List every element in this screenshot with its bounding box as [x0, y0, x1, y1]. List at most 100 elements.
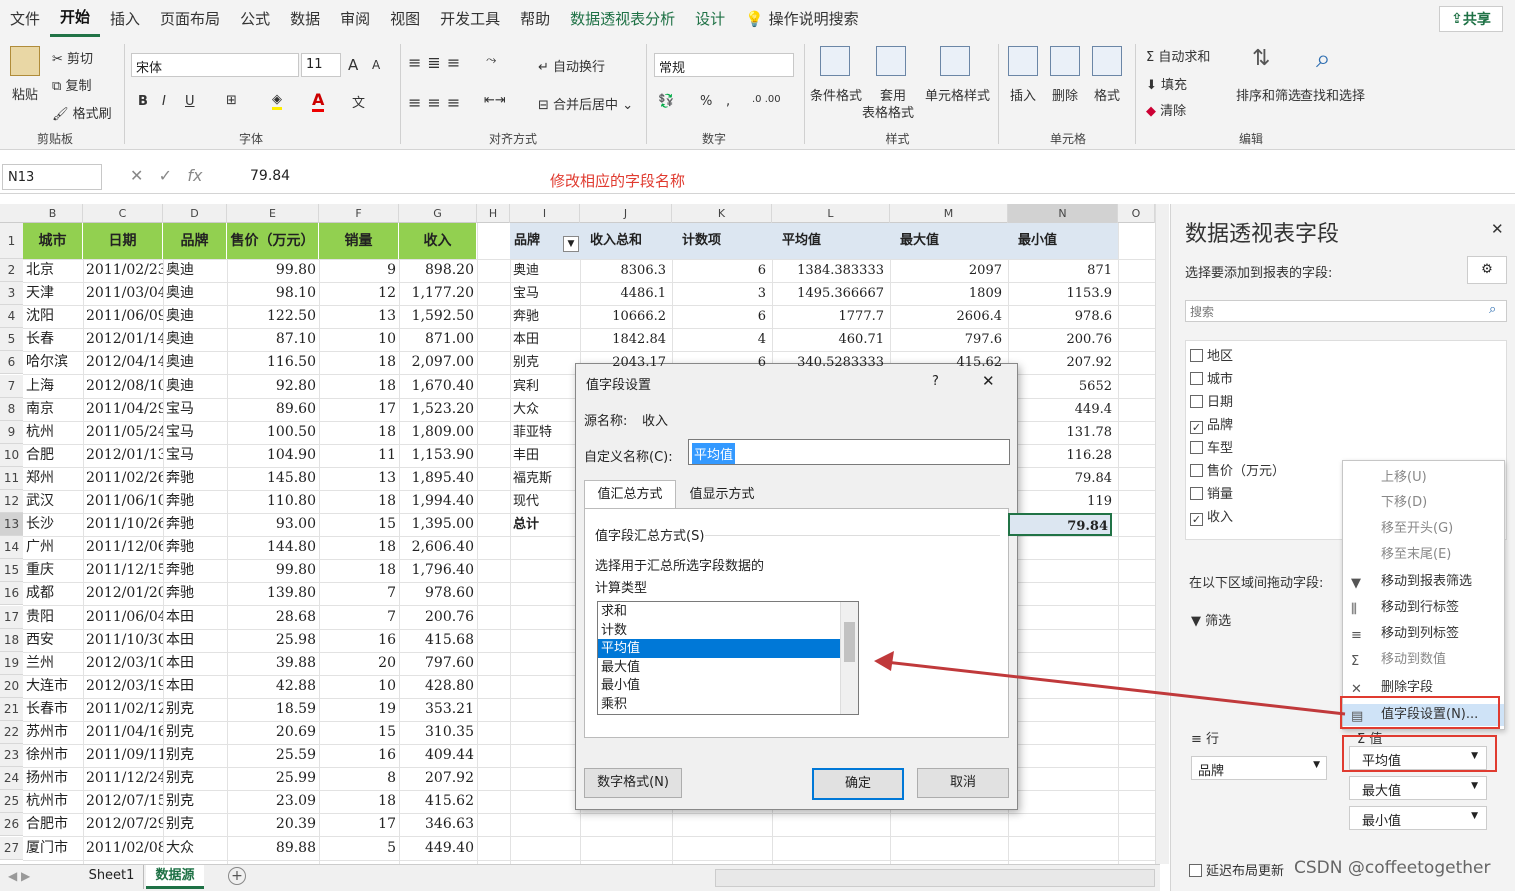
table-cell[interactable]: 1,994.40 — [399, 490, 477, 513]
table-cell[interactable]: 奥迪 — [163, 259, 227, 282]
pivot-cell[interactable]: 总计 — [513, 513, 539, 536]
gear-icon[interactable]: ⚙ — [1467, 256, 1507, 284]
underline-button[interactable]: U — [185, 94, 195, 109]
percent-button[interactable]: % — [700, 94, 712, 109]
table-cell[interactable]: 1,592.50 — [399, 305, 477, 328]
paste-icon[interactable] — [10, 46, 40, 76]
value-field-item[interactable]: 最小值 ▼ — [1349, 806, 1487, 830]
table-cell[interactable]: 奥迪 — [163, 305, 227, 328]
pivot-cell[interactable]: 978.6 — [1008, 305, 1112, 328]
add-sheet-icon[interactable]: + — [228, 867, 246, 885]
pivot-cell[interactable]: 1842.84 — [580, 328, 666, 351]
paste-button[interactable]: 粘贴 — [12, 84, 38, 103]
row-header[interactable]: 24 — [0, 767, 23, 791]
table-header-cell[interactable]: 日期 — [83, 223, 163, 259]
pivot-cell[interactable]: 6 — [672, 305, 766, 328]
table-cell[interactable]: 重庆 — [23, 559, 83, 582]
pivot-cell[interactable]: 4486.1 — [580, 282, 667, 305]
orientation-icon[interactable]: ⤳ — [486, 53, 496, 68]
table-cell[interactable]: 8 — [319, 767, 399, 790]
table-cell[interactable]: 15 — [319, 721, 399, 744]
format-cells-icon[interactable] — [1092, 46, 1122, 76]
table-cell[interactable]: 2012/03/19 — [83, 675, 163, 698]
table-cell[interactable]: 别克 — [163, 721, 227, 744]
table-cell[interactable]: 2012/07/29 — [83, 813, 163, 836]
pivot-cell[interactable]: 415.62 — [890, 351, 1003, 374]
table-cell[interactable]: 本田 — [163, 675, 227, 698]
table-cell[interactable]: 310.35 — [399, 721, 477, 744]
pivot-cell[interactable]: 1384.383333 — [772, 259, 884, 282]
sort-filter-button[interactable]: 排序和筛选 — [1236, 85, 1301, 104]
sheet-nav-icons[interactable]: ◀ ▶ — [8, 869, 30, 883]
fill-button[interactable]: ⬇ 填充 — [1146, 74, 1187, 93]
tab-page-layout[interactable]: 页面布局 — [150, 0, 230, 38]
number-format-box[interactable]: 常规 — [654, 53, 794, 77]
row-field-item[interactable]: 品牌 ▼ — [1191, 756, 1327, 780]
table-cell[interactable]: 本田 — [163, 606, 227, 629]
table-cell[interactable]: 25.98 — [227, 629, 319, 652]
pivot-cell[interactable]: 现代 — [513, 490, 539, 513]
field-item[interactable]: 售价（万元） — [1190, 460, 1285, 479]
pivot-cell[interactable]: 奔驰 — [513, 305, 539, 328]
pivot-cell[interactable]: 79.84 — [1008, 467, 1112, 490]
row-header[interactable]: 1 — [0, 223, 23, 259]
fill-color-icon[interactable]: ◈ — [272, 92, 282, 110]
row-header[interactable]: 15 — [0, 559, 23, 583]
table-cell[interactable]: 奔驰 — [163, 582, 227, 605]
table-cell[interactable]: 宝马 — [163, 421, 227, 444]
table-cell[interactable]: 18 — [319, 375, 399, 398]
tab-pivot-analyze[interactable]: 数据透视表分析 — [560, 0, 685, 38]
row-header[interactable]: 10 — [0, 443, 23, 467]
table-cell[interactable]: 2012/01/14 — [83, 328, 163, 351]
sheet-tab-sheet1[interactable]: Sheet1 — [80, 865, 144, 889]
table-format-icon[interactable] — [876, 46, 906, 76]
table-cell[interactable]: 7 — [319, 582, 399, 605]
table-cell[interactable]: 别克 — [163, 813, 227, 836]
table-cell[interactable]: 南京 — [23, 398, 83, 421]
table-cell[interactable]: 1,809.00 — [399, 421, 477, 444]
table-cell[interactable]: 2011/02/26 — [83, 467, 163, 490]
table-cell[interactable]: 合肥 — [23, 444, 83, 467]
pivot-cell[interactable]: 10666.2 — [580, 305, 666, 328]
table-header-cell[interactable]: 收入 — [399, 223, 477, 259]
table-cell[interactable]: 10 — [319, 328, 399, 351]
table-cell[interactable]: 99.80 — [227, 259, 319, 282]
table-cell[interactable]: 苏州市 — [23, 721, 83, 744]
table-cell[interactable]: 奔驰 — [163, 467, 227, 490]
column-header-j[interactable]: J — [580, 204, 672, 223]
row-header[interactable]: 17 — [0, 605, 23, 629]
tab-show-values-as[interactable]: 值显示方式 — [680, 482, 764, 508]
table-cell[interactable]: 长沙 — [23, 513, 83, 536]
table-cell[interactable]: 42.88 — [227, 675, 319, 698]
column-header-b[interactable]: B — [23, 204, 83, 223]
table-cell[interactable]: 2011/10/30 — [83, 629, 163, 652]
grow-font-button[interactable]: A — [348, 56, 358, 74]
table-cell[interactable]: 18 — [319, 790, 399, 813]
pivot-cell[interactable]: 福克斯 — [513, 467, 552, 490]
autosum-button[interactable]: Σ 自动求和 — [1146, 46, 1210, 65]
tab-formulas[interactable]: 公式 — [230, 0, 280, 38]
font-size-box[interactable]: 11 — [301, 53, 341, 77]
table-cell[interactable]: 奔驰 — [163, 513, 227, 536]
table-cell[interactable]: 100.50 — [227, 421, 319, 444]
context-menu-item[interactable]: ▼ 移动到报表筛选 — [1343, 571, 1504, 593]
table-cell[interactable]: 厦门市 — [23, 837, 83, 860]
calc-type-option[interactable]: 计数 — [598, 621, 840, 640]
table-cell[interactable]: 110.80 — [227, 490, 319, 513]
table-cell[interactable]: 16 — [319, 744, 399, 767]
table-cell[interactable]: 2011/04/16 — [83, 721, 163, 744]
table-cell[interactable]: 18 — [319, 536, 399, 559]
row-header[interactable]: 3 — [0, 282, 23, 306]
table-cell[interactable]: 87.10 — [227, 328, 319, 351]
column-header-g[interactable]: G — [399, 204, 477, 223]
pivot-cell[interactable]: 2606.4 — [890, 305, 1003, 328]
find-icon[interactable]: ⌕ — [1316, 44, 1331, 75]
table-cell[interactable]: 奔驰 — [163, 559, 227, 582]
tab-help[interactable]: 帮助 — [510, 0, 560, 38]
pane-close-icon[interactable]: ✕ — [1491, 220, 1504, 238]
table-cell[interactable]: 139.80 — [227, 582, 319, 605]
table-cell[interactable]: 15 — [319, 513, 399, 536]
table-cell[interactable]: 本田 — [163, 652, 227, 675]
row-header[interactable]: 25 — [0, 790, 23, 814]
table-cell[interactable]: 17 — [319, 813, 399, 836]
